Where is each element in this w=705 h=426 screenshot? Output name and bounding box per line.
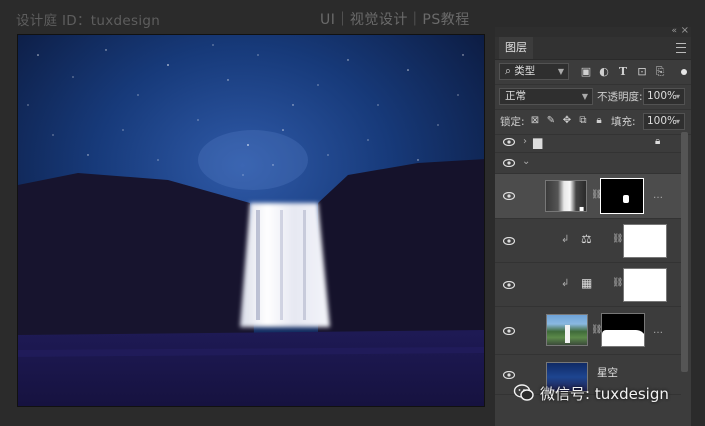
eye-icon[interactable] xyxy=(503,192,515,200)
lock-all-icon[interactable]: 🔒︎ xyxy=(593,115,605,126)
chevron-down-icon[interactable]: ⌄ xyxy=(522,156,530,167)
panel-tabbar: 图层 xyxy=(495,37,691,60)
blend-row: 正常 ▼ 不透明度: 100% ▾ xyxy=(495,85,691,110)
lock-icon: 🔒︎ xyxy=(655,136,661,147)
header-tagline: UI｜视觉设计｜PS教程 xyxy=(320,12,470,28)
shape-filter-icon[interactable]: ⊡ xyxy=(635,65,649,78)
panel-header-strip: « × xyxy=(495,27,691,37)
link-icon[interactable]: ⛓ xyxy=(612,278,623,288)
layer-name[interactable]: 星空 xyxy=(597,365,618,380)
layer-channel-mixer[interactable]: ↲ ▦ ⛓ xyxy=(495,263,681,307)
more-icon: … xyxy=(653,190,663,201)
smart-object-filter-icon[interactable]: ⎘ xyxy=(653,65,667,79)
fill-field[interactable]: 100% ▾ xyxy=(643,113,685,130)
balance-icon: ⚖ xyxy=(581,232,592,246)
mask-thumbnail[interactable] xyxy=(601,313,645,347)
close-icon[interactable]: × xyxy=(681,27,689,36)
layer-landscape[interactable]: ⛓ … xyxy=(495,307,681,355)
blend-mode-value: 正常 xyxy=(505,90,526,102)
eye-icon[interactable] xyxy=(503,159,515,167)
more-icon: … xyxy=(653,325,663,336)
opacity-field[interactable]: 100% ▾ xyxy=(643,88,685,105)
tab-layers[interactable]: 图层 xyxy=(499,37,533,59)
search-icon: ⌕ xyxy=(505,65,511,77)
blend-mode-select[interactable]: 正常 ▼ xyxy=(499,88,593,105)
chevron-down-icon: ▼ xyxy=(557,67,564,76)
opacity-value: 100% xyxy=(647,90,678,102)
image-filter-icon[interactable]: ▣ xyxy=(579,65,593,78)
composite-image xyxy=(18,35,484,406)
filter-toggle-icon[interactable] xyxy=(681,69,687,75)
lock-pixels-icon[interactable]: ✎ xyxy=(545,115,557,126)
document-canvas[interactable] xyxy=(17,34,485,407)
eye-icon[interactable] xyxy=(503,237,515,245)
clip-arrow-icon: ↲ xyxy=(561,278,570,289)
fill-label: 填充: xyxy=(611,116,636,128)
smart-object-icon: ▪ xyxy=(579,204,585,213)
layer-color-balance[interactable]: ↲ ⚖ ⛓ xyxy=(495,219,681,263)
chevron-down-icon: ▼ xyxy=(581,92,588,101)
mask-thumbnail[interactable] xyxy=(623,224,667,258)
lock-artboard-icon[interactable]: ⧉ xyxy=(577,115,589,126)
eye-icon[interactable] xyxy=(503,138,515,146)
folder-icon: ▆ xyxy=(533,135,543,149)
double-chevron-icon[interactable]: « xyxy=(671,27,677,36)
panel-menu-icon[interactable] xyxy=(676,43,686,53)
layer-group-collapsed[interactable]: › ▆ 🔒︎ xyxy=(495,132,681,153)
watermark-text: 微信号: tuxdesign xyxy=(540,385,669,403)
layer-group-expanded[interactable]: ⌄ xyxy=(495,153,681,174)
chevron-down-icon: ▾ xyxy=(675,92,680,101)
lock-position-icon[interactable]: ✥ xyxy=(561,115,573,126)
fill-value: 100% xyxy=(647,115,678,127)
layer-waterfall-smart-object[interactable]: ▪ ⛓ … xyxy=(495,174,681,219)
adjustment-filter-icon[interactable]: ◐ xyxy=(597,65,611,78)
eye-icon[interactable] xyxy=(503,281,515,289)
opacity-label: 不透明度: xyxy=(597,91,643,103)
eye-icon[interactable] xyxy=(503,327,515,335)
type-filter-icon[interactable]: T xyxy=(616,65,630,78)
header-id-text: 设计庭 ID：tuxdesign xyxy=(16,13,161,29)
wechat-icon xyxy=(513,384,534,401)
chevron-right-icon[interactable]: › xyxy=(523,136,527,147)
lock-transparency-icon[interactable]: ⊠ xyxy=(529,115,541,126)
link-icon[interactable]: ⛓ xyxy=(612,234,623,244)
filter-kind-label: 类型 xyxy=(514,65,536,77)
clip-arrow-icon: ↲ xyxy=(561,234,570,245)
grid-icon: ▦ xyxy=(581,276,593,290)
mask-thumbnail[interactable] xyxy=(600,178,644,214)
chevron-down-icon: ▾ xyxy=(675,117,680,126)
eye-icon[interactable] xyxy=(503,371,515,379)
panel-scrollbar[interactable] xyxy=(681,132,688,372)
filter-row: ⌕ 类型 ▼ ▣ ◐ T ⊡ ⎘ xyxy=(495,60,691,85)
layer-thumbnail xyxy=(546,314,588,346)
layers-panel: « × 图层 ⌕ 类型 ▼ ▣ ◐ T ⊡ ⎘ 正常 ▼ 不透明度: 100% … xyxy=(495,27,691,426)
filter-kind-select[interactable]: ⌕ 类型 ▼ xyxy=(499,63,569,80)
mask-thumbnail[interactable] xyxy=(623,268,667,302)
lock-label: 锁定: xyxy=(500,116,525,128)
